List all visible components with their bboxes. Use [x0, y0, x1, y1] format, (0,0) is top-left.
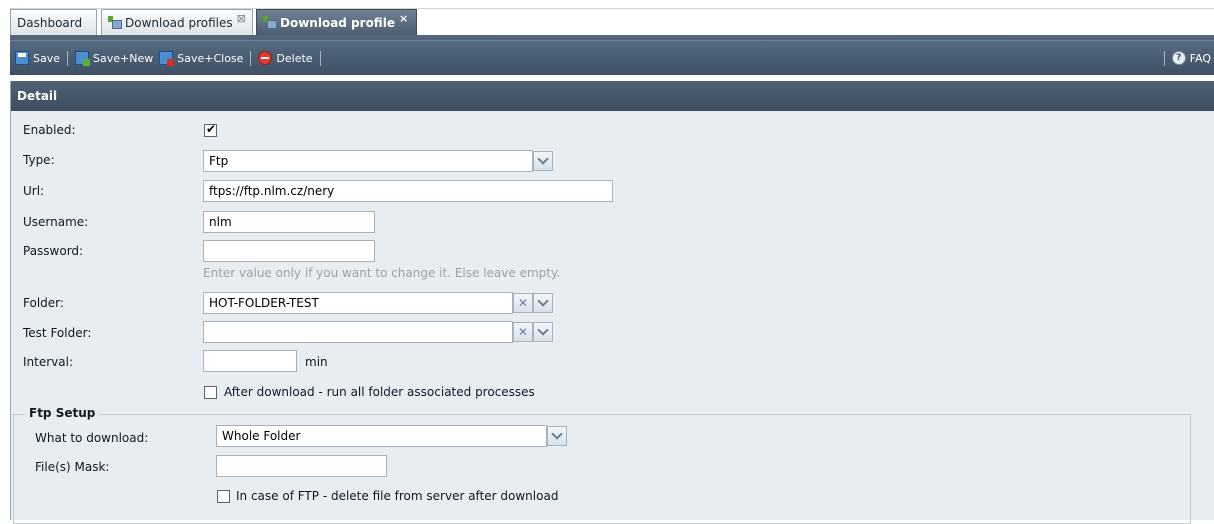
save-close-button[interactable]: Save+Close [156, 47, 246, 69]
after-download-label: After download - run all folder associat… [224, 385, 535, 399]
close-icon[interactable]: × [399, 12, 408, 25]
toolbar: Save Save+New Save+Close Delete ? FAQ [10, 40, 1214, 75]
folder-label: Folder: [23, 296, 64, 310]
tab-dashboard[interactable]: Dashboard [10, 9, 97, 35]
folder-dropdown-trigger[interactable] [533, 293, 553, 313]
url-label: Url: [23, 184, 45, 198]
what-to-download-select[interactable]: Whole Folder [216, 425, 547, 447]
what-to-download-label: What to download: [35, 431, 149, 445]
username-label: Username: [23, 215, 89, 229]
type-select[interactable]: Ftp [203, 150, 533, 172]
clear-icon[interactable]: ✕ [513, 293, 533, 313]
save-close-icon [159, 51, 175, 66]
tab-bar: Dashboard Download profiles ⊠ Download p… [0, 0, 1214, 40]
delete-icon [258, 51, 273, 65]
close-icon[interactable]: ⊠ [237, 12, 246, 25]
chevron-down-icon [537, 324, 549, 336]
type-label: Type: [23, 153, 55, 167]
toolbar-separator [319, 50, 321, 66]
interval-label: Interval: [23, 355, 73, 369]
file-mask-label: File(s) Mask: [35, 460, 110, 474]
profile-icon [263, 16, 277, 29]
ftp-setup-legend: Ftp Setup [25, 406, 100, 420]
password-input[interactable] [203, 240, 375, 262]
type-dropdown-trigger[interactable] [533, 151, 553, 171]
test-folder-combo[interactable] [203, 321, 513, 343]
profile-icon [108, 16, 122, 29]
save-new-button[interactable]: Save+New [72, 47, 156, 69]
test-folder-label: Test Folder: [23, 326, 92, 340]
delete-after-download-label: In case of FTP - delete file from server… [236, 489, 559, 503]
toolbar-separator [1163, 50, 1165, 66]
clear-icon[interactable]: ✕ [513, 322, 533, 342]
faq-button[interactable]: ? FAQ [1169, 47, 1214, 69]
file-mask-input[interactable] [216, 455, 387, 477]
url-input[interactable]: ftps://ftp.nlm.cz/nery [203, 180, 613, 202]
what-to-download-trigger[interactable] [547, 426, 567, 446]
username-input[interactable]: nlm [203, 211, 375, 233]
interval-input[interactable] [203, 350, 297, 372]
password-hint: Enter value only if you want to change i… [203, 266, 561, 280]
test-folder-dropdown-trigger[interactable] [533, 322, 553, 342]
delete-label: Delete [276, 51, 313, 65]
save-close-label: Save+Close [177, 51, 244, 65]
faq-label: FAQ [1189, 51, 1211, 65]
password-label: Password: [23, 244, 84, 258]
chevron-down-icon [537, 295, 549, 307]
enabled-label: Enabled: [23, 123, 76, 137]
tab-download-profile-label: Download profile [280, 15, 395, 30]
tab-download-profiles-label: Download profiles [125, 15, 233, 30]
tab-download-profile[interactable]: Download profile × [256, 9, 417, 35]
save-label: Save [33, 51, 61, 65]
toolbar-separator [67, 50, 69, 66]
folder-combo[interactable]: HOT-FOLDER-TEST [203, 292, 513, 314]
delete-button[interactable]: Delete [255, 47, 315, 69]
enabled-checkbox[interactable] [204, 122, 217, 137]
chevron-down-icon [551, 428, 563, 440]
save-icon [15, 51, 29, 65]
delete-after-download-checkbox[interactable] [217, 490, 230, 503]
after-download-checkbox[interactable] [204, 386, 217, 399]
toolbar-separator [250, 50, 252, 66]
interval-unit: min [305, 355, 328, 369]
save-new-icon [75, 51, 91, 66]
chevron-down-icon [537, 153, 549, 165]
tab-dashboard-label: Dashboard [17, 15, 83, 30]
help-icon: ? [1171, 51, 1186, 65]
ftp-setup-fieldset [13, 414, 1191, 524]
panel-title: Detail [11, 81, 1214, 111]
save-button[interactable]: Save [12, 47, 63, 69]
save-new-label: Save+New [93, 51, 154, 65]
tab-download-profiles[interactable]: Download profiles ⊠ [101, 9, 253, 35]
